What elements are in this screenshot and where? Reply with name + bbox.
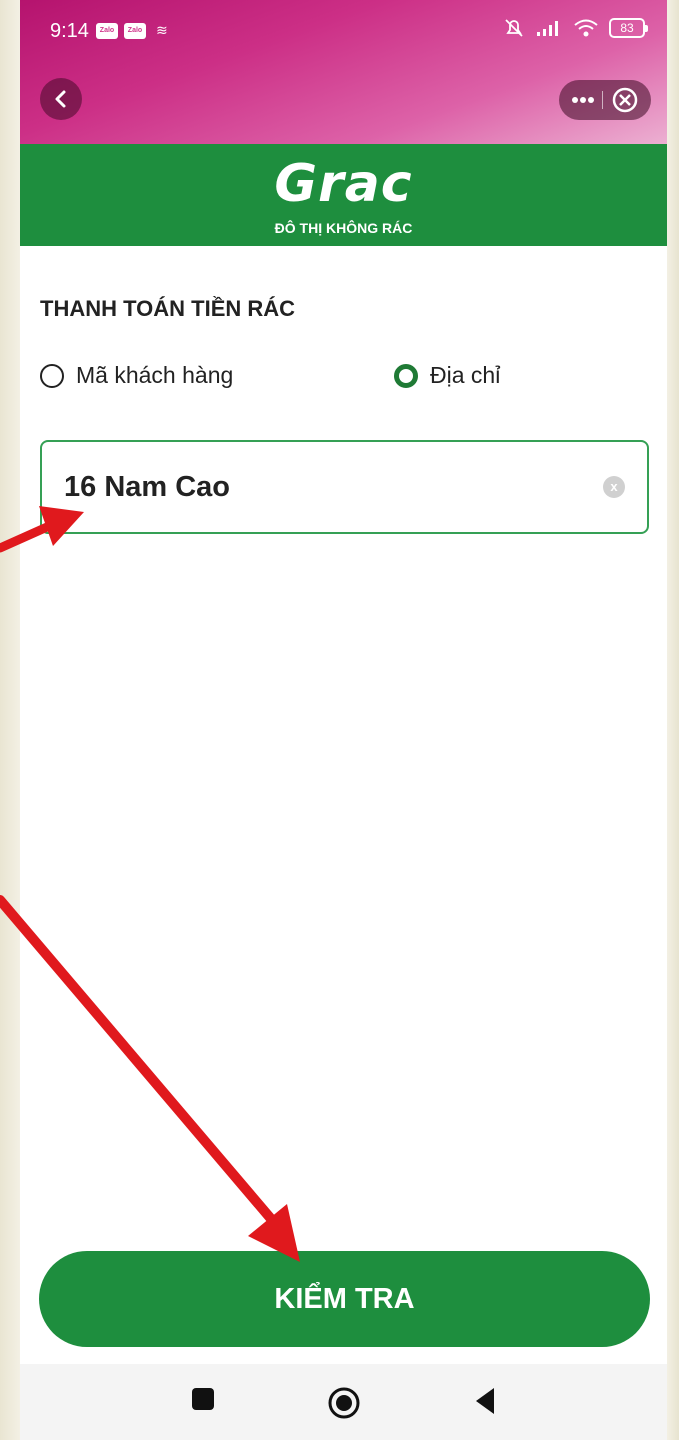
phone-screen: 9:14 Zalo Zalo ≋ 83 Grac ĐÔ THỊ KHÔNG RÁ… [20,0,667,1440]
status-time: 9:14 [50,20,89,42]
more-icon[interactable] [571,96,595,104]
signal-icon [537,21,558,36]
layers-icon: ≋ [156,22,168,38]
notification-icons: Zalo Zalo ≋ [96,22,168,39]
miniapp-capsule [559,80,651,120]
system-nav-bar [20,1364,667,1440]
brand-header: Grac ĐÔ THỊ KHÔNG RÁC [20,144,667,246]
battery-icon: 83 [609,18,648,38]
check-button[interactable]: KIỂM TRA [39,1251,650,1347]
brand-tagline: ĐÔ THỊ KHÔNG RÁC [274,220,413,236]
back-button[interactable] [40,78,82,120]
capsule-divider [602,91,604,109]
frame-right [667,0,679,1440]
grac-logo: Grac [274,154,413,214]
page-title: THANH TOÁN TIỀN RÁC [40,296,296,321]
radio-label-customer-code: Mã khách hàng [76,362,234,388]
close-circle-icon[interactable] [611,86,639,114]
address-value[interactable]: 16 Nam Cao [64,471,603,504]
chevron-left-icon [55,90,66,108]
radio-customer-code[interactable]: Mã khách hàng [40,362,233,389]
radio-label-address: Địa chỉ [430,362,501,388]
radio-unchecked-icon[interactable] [40,363,64,388]
battery-level: 83 [620,21,634,35]
top-header: 9:14 Zalo Zalo ≋ 83 [20,0,667,144]
recents-icon[interactable] [190,1386,216,1412]
mute-bell-icon [505,19,523,37]
radio-checked-icon[interactable] [394,363,418,388]
home-icon[interactable] [327,1386,361,1420]
zalo-icon: Zalo [96,22,118,39]
wifi-icon [574,19,598,37]
clear-icon[interactable]: x [603,476,625,498]
zalo-icon: Zalo [124,22,146,39]
status-icons: 83 [503,18,648,38]
address-input[interactable]: 16 Nam Cao x [40,440,649,534]
frame-left [0,0,20,1440]
back-triangle-icon[interactable] [472,1386,498,1416]
radio-address[interactable]: Địa chỉ [394,362,500,389]
